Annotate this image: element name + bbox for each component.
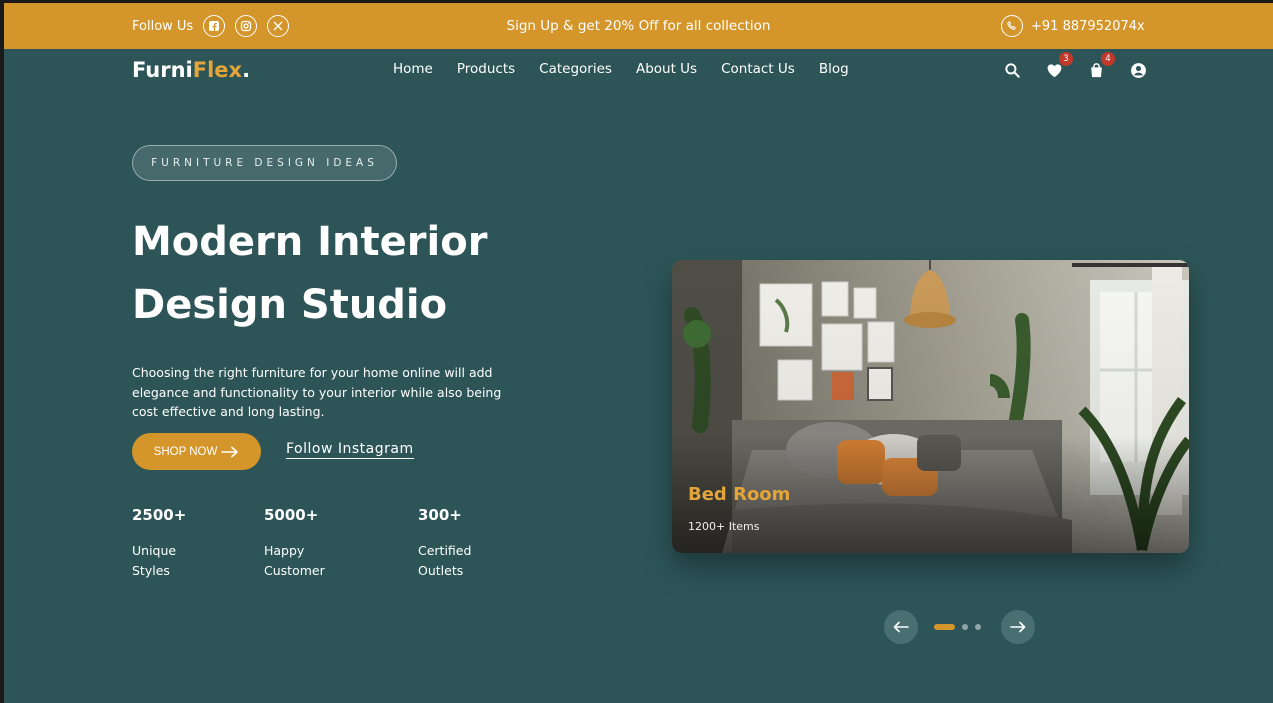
- phone-icon: [1001, 15, 1023, 37]
- hero-title: Modern Interior Design Studio: [132, 211, 592, 337]
- slider-dot[interactable]: [975, 624, 981, 630]
- stat-label: Certified Outlets: [418, 543, 472, 578]
- cart-icon[interactable]: 4: [1086, 52, 1115, 80]
- brand-name-part1: Furni: [132, 58, 193, 82]
- slider-prev-button[interactable]: [884, 610, 918, 644]
- account-icon[interactable]: [1128, 60, 1148, 80]
- nav-about-us[interactable]: About Us: [636, 61, 697, 77]
- bedroom-image: [672, 260, 1189, 553]
- stat-value: 300+: [418, 506, 462, 524]
- header-icons: 3 4: [1002, 52, 1148, 80]
- brand-logo[interactable]: FurniFlex.: [132, 58, 250, 82]
- stat-label: Unique Styles: [132, 543, 177, 578]
- stat-label: Happy Customer: [264, 543, 325, 578]
- slider-dot[interactable]: [962, 624, 968, 630]
- card-item-count: 1200+ Items: [688, 520, 760, 533]
- card-title: Bed Room: [688, 484, 791, 505]
- arrow-left-icon: [893, 621, 909, 633]
- stat-certified-outlets: 300+ Certified Outlets: [418, 506, 508, 580]
- slider-next-button[interactable]: [1001, 610, 1035, 644]
- cart-badge: 4: [1101, 52, 1115, 66]
- wishlist-badge: 3: [1059, 52, 1073, 66]
- slider-dot-active[interactable]: [934, 624, 955, 630]
- stat-value: 5000+: [264, 506, 319, 524]
- wishlist-icon[interactable]: 3: [1044, 52, 1073, 80]
- tagline-pill: FURNITURE DESIGN IDEAS: [132, 145, 397, 181]
- follow-instagram-link[interactable]: Follow Instagram: [286, 441, 414, 459]
- facebook-icon[interactable]: [203, 15, 226, 37]
- x-icon[interactable]: [267, 15, 290, 37]
- arrow-right-icon: [1010, 621, 1026, 633]
- nav-categories[interactable]: Categories: [539, 61, 612, 77]
- instagram-icon[interactable]: [235, 15, 258, 37]
- nav-home[interactable]: Home: [393, 61, 433, 77]
- phone-number: +91 887952074x: [1031, 18, 1145, 34]
- arrow-right-icon: [221, 446, 239, 457]
- search-icon[interactable]: [1002, 60, 1022, 80]
- stat-unique-styles: 2500+ Unique Styles: [132, 506, 222, 580]
- nav-blog[interactable]: Blog: [819, 61, 849, 77]
- phone-contact[interactable]: +91 887952074x: [1001, 3, 1145, 49]
- nav-contact-us[interactable]: Contact Us: [721, 61, 795, 77]
- stat-happy-customer: 5000+ Happy Customer: [264, 506, 354, 580]
- nav-products[interactable]: Products: [457, 61, 515, 77]
- hero-description: Choosing the right furniture for your ho…: [132, 365, 502, 419]
- shop-now-label: SHOP NOW: [153, 445, 218, 458]
- hero-title-line1: Modern Interior: [132, 219, 488, 265]
- brand-name-part2: Flex: [192, 58, 243, 82]
- follow-us-label: Follow Us: [132, 18, 194, 34]
- category-card-bedroom[interactable]: Bed Room 1200+ Items: [672, 260, 1189, 553]
- announcement-bar: Sign Up & get 20% Off for all collection…: [4, 3, 1273, 49]
- hero-title-line2: Design Studio: [132, 282, 448, 328]
- page-frame: Sign Up & get 20% Off for all collection…: [4, 3, 1273, 703]
- main-nav: Home Products Categories About Us Contac…: [393, 61, 849, 77]
- stat-value: 2500+: [132, 506, 187, 524]
- follow-us: Follow Us: [132, 3, 290, 49]
- shop-now-button[interactable]: SHOP NOW: [132, 433, 261, 470]
- slider-dots: [934, 624, 981, 630]
- brand-dot: .: [242, 58, 251, 82]
